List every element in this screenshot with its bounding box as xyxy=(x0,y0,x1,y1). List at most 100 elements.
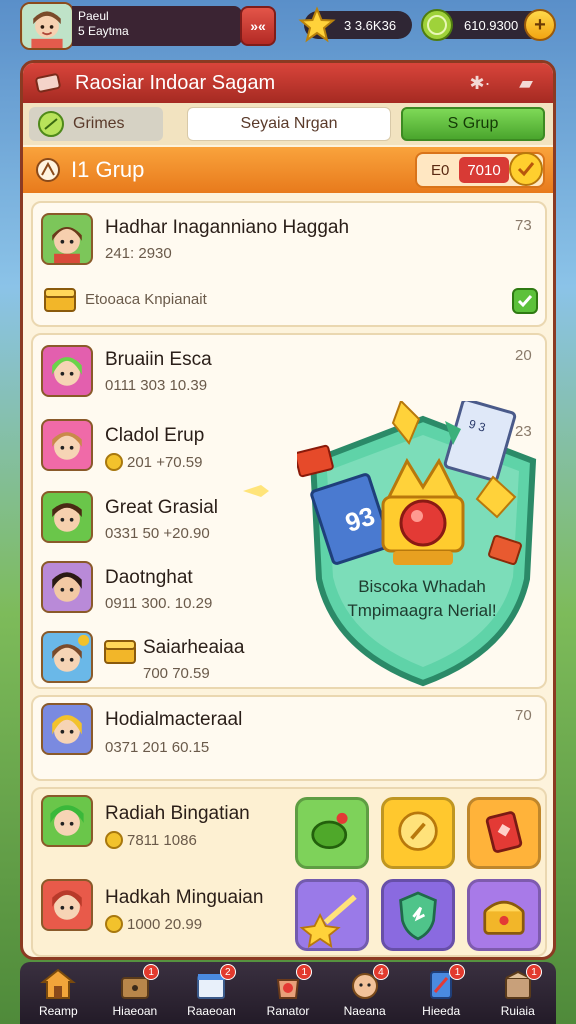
member-name: Cladol Erup xyxy=(105,425,205,446)
member-meta: 201 +70.59 xyxy=(105,453,203,471)
action-button-card[interactable] xyxy=(467,797,541,869)
nav-item-naeana[interactable]: Naeana 4 xyxy=(326,962,403,1024)
nav-label: Hieeda xyxy=(422,1004,461,1018)
member-name: Radiah Bingatian xyxy=(105,803,250,824)
member-avatar xyxy=(41,879,93,931)
coins-counter[interactable]: 610.9300 + xyxy=(421,9,556,41)
player-subtitle: 5 Eaytma xyxy=(78,24,129,38)
entry-name: Hadhar Inaganniano Haggah xyxy=(105,217,350,238)
sparkle-icon xyxy=(243,485,269,497)
stars-value: 3 3.6K36 xyxy=(344,17,397,33)
player-portrait-icon xyxy=(52,503,82,532)
player-portrait-icon xyxy=(52,432,82,460)
featured-entry[interactable]: Hadhar Inaganniano Haggah 241: 2930 73 E… xyxy=(31,201,547,327)
nav-label: Hiaeoan xyxy=(112,1004,158,1018)
tab-search-label: Seyaia Nrgan xyxy=(240,115,338,132)
member-meta: 0331 50 +20.90 xyxy=(105,525,210,542)
action-button-chest[interactable] xyxy=(467,879,541,951)
shield-message: Biscoka Whadah Tmpimaagra Nerial! xyxy=(319,575,525,623)
list-item[interactable]: Hodialmacteraal 0371 201 60.15 70 xyxy=(31,695,547,781)
tabs-row: Grimes Seyaia Nrgan S Grup xyxy=(23,103,553,145)
settings-icon[interactable]: ✱· xyxy=(465,69,495,97)
chest-icon xyxy=(104,640,136,664)
shop-icon[interactable]: ▰ xyxy=(511,69,541,97)
add-coins-button[interactable]: + xyxy=(524,9,556,41)
title-tools: ✱· ▰ xyxy=(465,69,541,97)
action-button-star[interactable] xyxy=(295,879,369,951)
group-counter-left: E0 xyxy=(431,161,450,179)
bottom-nav: Reamp Hiaeoan 1 Raaeoan 2 Ranator 1 Naea… xyxy=(20,962,556,1024)
member-meta: 0911 300. 10.29 xyxy=(105,595,213,612)
stars-counter[interactable]: 3 3.6K36 xyxy=(298,6,412,43)
member-list: Bruaiin Esca 0111 303 10.39 20 Cladol Er… xyxy=(31,333,547,689)
member-name: Hadkah Minguaian xyxy=(105,887,264,908)
nav-item-hieeda[interactable]: Hieeda 1 xyxy=(403,962,480,1024)
member-meta-value: 1000 20.99 xyxy=(127,916,203,933)
shooting-star-icon xyxy=(299,894,357,949)
main-panel: Raosiar Indoar Sagam ✱· ▰ Grimes Seyaia … xyxy=(20,60,556,960)
group-title: I1 Grup xyxy=(71,157,145,182)
nav-item-raaeoan[interactable]: Raaeoan 2 xyxy=(173,962,250,1024)
nav-label: Ruiaia xyxy=(500,1004,535,1018)
action-button-shield[interactable] xyxy=(381,879,455,951)
group-counter[interactable]: E0 7010 xyxy=(415,152,545,188)
member-name: Daotnghat xyxy=(105,567,193,588)
claim-check-icon[interactable] xyxy=(511,287,539,315)
member-meta-value: 7811 1086 xyxy=(127,832,197,849)
tab-group[interactable]: S Grup xyxy=(401,107,545,141)
nav-badge: 4 xyxy=(372,964,389,980)
close-button[interactable]: »« xyxy=(240,6,276,46)
player-name: Paeul xyxy=(78,9,109,23)
player-avatar[interactable] xyxy=(20,2,74,50)
nav-label: Ranator xyxy=(266,1004,310,1018)
member-meta: 700 70.59 xyxy=(143,665,210,682)
nav-item-hiaeoan[interactable]: Hiaeoan 1 xyxy=(97,962,174,1024)
player-portrait-icon xyxy=(52,715,82,744)
entry-avatar xyxy=(41,213,93,265)
member-rank: 70 xyxy=(515,707,532,724)
shield-icon xyxy=(399,891,437,941)
member-avatar xyxy=(41,703,93,755)
member-name: Bruaiin Esca xyxy=(105,349,212,370)
nav-item-reamp[interactable]: Reamp xyxy=(20,962,97,1024)
close-button-label: »« xyxy=(250,18,266,34)
group-icon xyxy=(36,158,60,182)
treasure-icon xyxy=(483,900,525,935)
member-avatar xyxy=(41,419,93,471)
shield-line-1: Biscoka Whadah xyxy=(358,577,486,596)
nav-item-ruiaia[interactable]: Ruiaia 1 xyxy=(479,962,556,1024)
action-button-leaf[interactable] xyxy=(295,797,369,869)
member-meta-value: 201 +70.59 xyxy=(127,454,203,471)
home-icon xyxy=(40,968,77,999)
add-coins-label: + xyxy=(534,13,546,36)
nav-item-ranator[interactable]: Ranator 1 xyxy=(250,962,327,1024)
player-portrait-icon xyxy=(52,227,82,263)
action-button-coin[interactable] xyxy=(381,797,455,869)
leaf-icon xyxy=(38,111,64,137)
member-name: Hodialmacteraal xyxy=(105,709,243,730)
coin-spin-icon xyxy=(398,811,438,851)
actions-card: Radiah Bingatian 7811 1086 Hadkah Mingua… xyxy=(31,787,547,957)
member-avatar xyxy=(41,491,93,543)
member-name: Saiarheaiaa xyxy=(143,637,245,658)
tab-search[interactable]: Seyaia Nrgan xyxy=(187,107,391,141)
leaf-icon xyxy=(311,812,348,850)
nav-badge: 1 xyxy=(449,964,466,980)
title-bar: Raosiar Indoar Sagam ✱· ▰ xyxy=(23,63,553,103)
player-portrait-icon xyxy=(52,634,90,672)
avatar-portrait-icon xyxy=(22,4,72,48)
red-card-icon xyxy=(485,811,523,853)
ticket-icon xyxy=(35,73,61,93)
coin-icon xyxy=(105,915,123,933)
tab-games-label: Grimes xyxy=(73,115,125,132)
tab-group-label: S Grup xyxy=(447,115,499,132)
reward-label: Etooaca Knpianait xyxy=(85,291,207,308)
shield-line-2: Tmpimaagra Nerial! xyxy=(347,601,497,620)
entry-rank: 73 xyxy=(515,217,532,234)
reward-shield-icon[interactable]: 93 9 3 xyxy=(297,401,549,687)
tab-games[interactable]: Grimes xyxy=(29,107,163,141)
member-rank: 20 xyxy=(515,347,532,364)
group-header: I1 Grup E0 7010 xyxy=(23,147,553,193)
coin-icon xyxy=(105,453,123,471)
member-name: Great Grasial xyxy=(105,497,218,518)
